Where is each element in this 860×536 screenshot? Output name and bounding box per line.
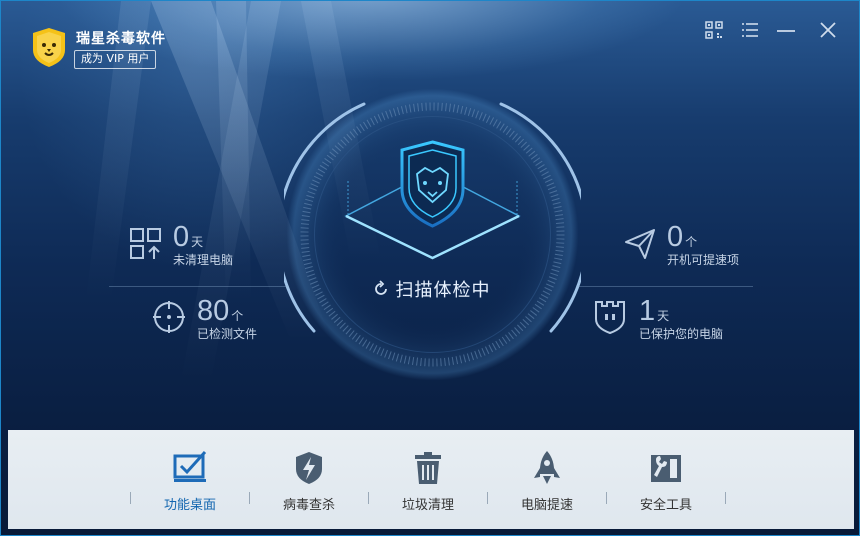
stat-checked-files-label: 已检测文件 [197, 327, 258, 341]
stat-protected-days: 1天 已保护您的电脑 [639, 295, 723, 342]
stat-boost-items: 0个 开机可提速项 [667, 221, 739, 268]
qrcode-icon[interactable] [703, 19, 725, 41]
nav-item-speedup-label: 电脑提速 [520, 498, 573, 513]
stat-uncleaned: 0天 未清理电脑 [173, 221, 233, 268]
stat-protected-days-label: 已保护您的电脑 [639, 327, 724, 341]
scan-dial [284, 88, 581, 381]
paper-plane-icon [625, 229, 655, 259]
toolbox-icon [651, 455, 681, 482]
crosshair-icon [153, 301, 185, 333]
nav-separator [487, 492, 488, 504]
vip-upgrade-button[interactable]: 成为 VIP 用户 [74, 50, 157, 69]
stat-protected-days-value: 1 [639, 295, 656, 327]
desktop-check-icon [173, 450, 207, 482]
right-divider [577, 286, 753, 287]
nav-item-junk-clean-label: 垃圾清理 [401, 498, 454, 513]
nav-separator [249, 492, 250, 504]
nav-item-junk-clean[interactable]: 垃圾清理 [373, 430, 483, 529]
app-window: 瑞星杀毒软件 成为 VIP 用户 扫描体检中 0 天 未清理电脑 80 个 已检… [0, 0, 860, 536]
refresh-icon [374, 280, 387, 295]
close-icon[interactable] [817, 19, 839, 41]
rocket-icon [534, 451, 560, 484]
app-title: 瑞星杀毒软件 [76, 31, 166, 47]
nav-separator [725, 492, 726, 504]
scan-status: 扫描体检中 [1, 276, 859, 302]
trash-icon [415, 452, 441, 484]
nav-item-desktop[interactable]: 功能桌面 [135, 430, 245, 529]
stat-boost-items-unit: 个 [685, 235, 698, 249]
nav-item-desktop-label: 功能桌面 [163, 498, 216, 513]
lion-logo-icon [33, 28, 65, 67]
shield-bolt-icon [296, 452, 322, 484]
stat-boost-items-value: 0 [667, 221, 684, 253]
nav-item-virus-scan-label: 病毒查杀 [282, 498, 335, 513]
stat-checked-files-unit: 个 [231, 309, 244, 323]
stat-checked-files: 80 个 已检测文件 [197, 295, 257, 342]
minimize-icon[interactable] [775, 19, 797, 41]
bottom-nav-bar: 功能桌面 病毒查杀 垃圾清理 电脑提速 安全工具 [8, 430, 854, 529]
stat-uncleaned-unit: 天 [191, 235, 204, 249]
nav-item-security-tools[interactable]: 安全工具 [611, 430, 721, 529]
nav-separator [368, 492, 369, 504]
stat-checked-files-value: 80 [197, 295, 230, 327]
left-divider [109, 286, 289, 287]
nav-separator [606, 492, 607, 504]
stat-boost-items-label: 开机可提速项 [667, 253, 740, 267]
grid-upload-icon [130, 228, 161, 259]
castle-shield-icon [595, 301, 625, 335]
stat-uncleaned-label: 未清理电脑 [173, 253, 234, 267]
menu-icon[interactable] [739, 19, 761, 41]
stat-uncleaned-value: 0 [173, 221, 190, 253]
stat-protected-days-unit: 天 [657, 309, 670, 323]
nav-item-security-tools-label: 安全工具 [639, 498, 692, 513]
scan-status-text: 扫描体检中 [395, 280, 491, 301]
nav-item-speedup[interactable]: 电脑提速 [492, 430, 602, 529]
shield-lion-icon [400, 140, 465, 228]
nav-separator [130, 492, 131, 504]
nav-item-virus-scan[interactable]: 病毒查杀 [254, 430, 364, 529]
